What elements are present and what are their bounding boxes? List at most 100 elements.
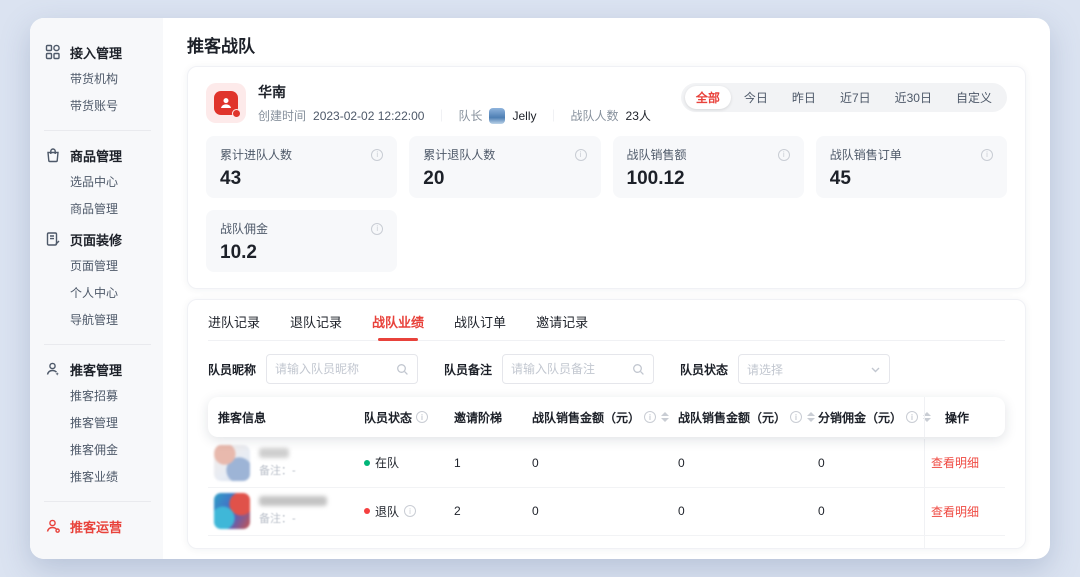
stat-label: 战队销售额 — [627, 146, 687, 163]
view-detail-link[interactable]: 查看明细 — [931, 454, 979, 471]
team-sales-1-cell: 0 — [526, 504, 672, 518]
status-select[interactable]: 请选择 — [738, 354, 890, 384]
sidebar-item-promoter-operation[interactable]: 推客运营 — [44, 512, 163, 540]
date-filter-yesterday[interactable]: 昨日 — [781, 86, 827, 109]
user-icon — [44, 361, 61, 378]
info-icon[interactable] — [371, 223, 383, 235]
members-label: 战队人数 — [571, 107, 619, 124]
members-value: 23人 — [626, 107, 651, 124]
view-detail-link[interactable]: 查看明细 — [931, 503, 979, 520]
tab-join-records[interactable]: 进队记录 — [208, 312, 260, 331]
sidebar-item-nav-mgmt[interactable]: 导航管理 — [44, 307, 163, 334]
col-invite-tier: 邀请阶梯 — [448, 409, 526, 426]
table-row: 备注：- 退队 2 0 0 0 查看明细 — [208, 488, 1005, 537]
remark-search-box — [502, 354, 654, 384]
sidebar-item-promoter-manage[interactable]: 推客管理 — [44, 410, 163, 437]
col-member-status: 队员状态 — [358, 409, 448, 426]
sidebar-group-operation: 推客运营 — [44, 512, 163, 540]
sidebar-item-page-decoration[interactable]: 页面装修 — [44, 225, 163, 253]
status-filter-label: 队员状态 — [680, 361, 728, 378]
team-sales-1-cell: 0 — [526, 456, 672, 470]
sidebar-item-selection-center[interactable]: 选品中心 — [44, 169, 163, 196]
page-icon — [44, 231, 61, 248]
stat-card-sales: 战队销售额 100.12 — [613, 136, 804, 198]
sidebar-item-label: 推客运营 — [70, 517, 122, 536]
page-title: 推客战队 — [187, 32, 1026, 62]
tab-team-performance[interactable]: 战队业绩 — [372, 312, 424, 331]
date-filter-7days[interactable]: 近7日 — [829, 86, 882, 109]
date-filter-today[interactable]: 今日 — [733, 86, 779, 109]
info-icon[interactable] — [404, 505, 416, 517]
leader-name: Jelly — [512, 109, 536, 123]
sort-icon[interactable] — [661, 412, 669, 422]
sidebar-item-label: 推客管理 — [70, 360, 122, 379]
tier-cell: 1 — [448, 456, 526, 470]
status-cell: 在队 — [358, 454, 448, 471]
sidebar-item-goods-mgmt[interactable]: 商品管理 — [44, 141, 163, 169]
nickname-filter-label: 队员昵称 — [208, 361, 256, 378]
search-icon — [632, 363, 645, 376]
sidebar-item-goods[interactable]: 商品管理 — [44, 196, 163, 223]
member-remark: 备注：- — [259, 510, 327, 526]
team-logo-icon — [206, 83, 246, 123]
info-icon[interactable] — [371, 149, 383, 161]
table-header: 推客信息 队员状态 邀请阶梯 战队销售金额（元） 战队销售金额（元） — [208, 397, 1005, 437]
sidebar-item-promoter-commission[interactable]: 推客佣金 — [44, 437, 163, 464]
created-time-value: 2023-02-02 12:22:00 — [313, 109, 424, 123]
tab-invite-records[interactable]: 邀请记录 — [536, 312, 588, 331]
member-name-blurred — [259, 496, 327, 506]
sidebar-divider — [44, 344, 151, 345]
info-icon[interactable] — [790, 411, 802, 423]
col-team-sales-1: 战队销售金额（元） — [526, 409, 672, 426]
stat-card-joined: 累计进队人数 43 — [206, 136, 397, 198]
team-logo-badge — [232, 109, 241, 118]
stats-grid: 累计进队人数 43 累计退队人数 20 战队销售额 — [206, 136, 1007, 272]
member-name-blurred — [259, 448, 289, 458]
sidebar-item-accounts[interactable]: 带货账号 — [44, 93, 163, 120]
col-action: 操作 — [924, 397, 1005, 437]
sidebar-item-page-mgmt[interactable]: 页面管理 — [44, 253, 163, 280]
created-time-label: 创建时间 — [258, 107, 306, 124]
sidebar-item-personal-center[interactable]: 个人中心 — [44, 280, 163, 307]
meta-separator: ｜ — [431, 107, 451, 124]
sidebar-item-label: 接入管理 — [70, 43, 122, 62]
info-icon[interactable] — [575, 149, 587, 161]
status-dot-green — [364, 460, 370, 466]
info-icon[interactable] — [644, 411, 656, 423]
team-sales-2-cell: 0 — [672, 504, 812, 518]
date-filter-custom[interactable]: 自定义 — [945, 86, 1003, 109]
sidebar-item-promoter-recruit[interactable]: 推客招募 — [44, 383, 163, 410]
records-card: 进队记录 退队记录 战队业绩 战队订单 邀请记录 队员昵称 — [187, 299, 1026, 549]
date-filter-30days[interactable]: 近30日 — [884, 86, 943, 109]
member-remark: 备注：- — [259, 462, 296, 478]
info-icon[interactable] — [778, 149, 790, 161]
sidebar: 接入管理 带货机构 带货账号 商品管理 选品中心 商品管理 — [30, 18, 163, 559]
tab-team-orders[interactable]: 战队订单 — [454, 312, 506, 331]
date-filter-all[interactable]: 全部 — [685, 86, 731, 109]
sidebar-group-promoter: 推客管理 推客招募 推客管理 推客佣金 推客业绩 — [44, 355, 163, 491]
record-tabs: 进队记录 退队记录 战队业绩 战队订单 邀请记录 — [208, 312, 1005, 341]
info-icon[interactable] — [981, 149, 993, 161]
stat-label: 累计退队人数 — [423, 146, 495, 163]
sidebar-item-promoter-performance[interactable]: 推客业绩 — [44, 464, 163, 491]
stat-label: 战队佣金 — [220, 220, 268, 237]
sidebar-item-promoter-mgmt[interactable]: 推客管理 — [44, 355, 163, 383]
sidebar-item-organizations[interactable]: 带货机构 — [44, 66, 163, 93]
nickname-input[interactable] — [275, 362, 396, 376]
info-icon[interactable] — [906, 411, 918, 423]
stat-value: 43 — [220, 168, 383, 190]
bag-icon — [44, 147, 61, 164]
table-body: 备注：- 在队 1 0 0 0 查看明细 — [208, 439, 1005, 548]
col-promoter-info: 推客信息 — [208, 409, 358, 426]
info-icon[interactable] — [416, 411, 428, 423]
commission-cell: 0 — [812, 456, 924, 470]
meta-separator: ｜ — [544, 107, 564, 124]
leader-avatar — [489, 108, 505, 124]
status-select-placeholder: 请选择 — [747, 361, 870, 378]
stat-value: 100.12 — [627, 168, 790, 190]
remark-input[interactable] — [511, 362, 632, 376]
tab-leave-records[interactable]: 退队记录 — [290, 312, 342, 331]
sidebar-item-access-mgmt[interactable]: 接入管理 — [44, 38, 163, 66]
col-team-sales-2: 战队销售金额（元） — [672, 409, 812, 426]
main-content: 推客战队 华南 创建时间 2023-02- — [163, 18, 1050, 559]
